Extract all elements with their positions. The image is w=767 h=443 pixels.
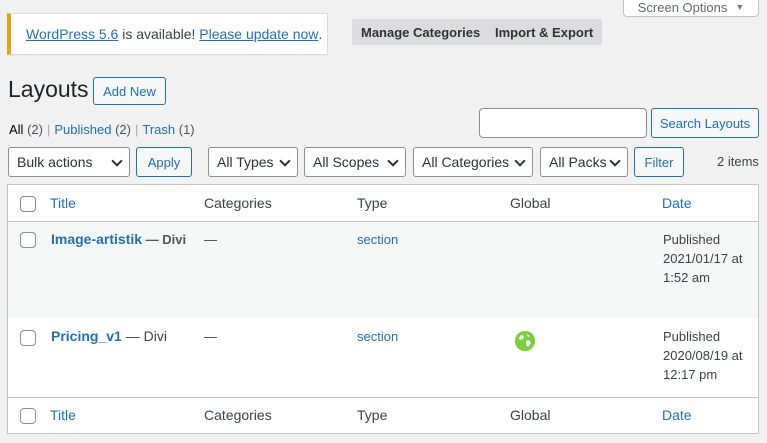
page-title: Layouts — [8, 76, 89, 102]
view-published-link[interactable]: Published (2) — [54, 122, 131, 137]
row-date: Published 2020/08/19 at 12:17 pm — [663, 327, 743, 384]
column-type: Type — [357, 195, 388, 211]
chevron-down-icon — [387, 155, 399, 167]
row-title-link[interactable]: Image-artistik — [51, 231, 142, 247]
table-header: Title Categories Type Global Date — [8, 185, 758, 222]
categories-select[interactable]: All Categories — [413, 147, 533, 177]
categories-value: All Categories — [422, 154, 510, 170]
column-type: Type — [357, 407, 388, 423]
row-title-suffix: — Divi — [121, 328, 167, 344]
globe-icon — [515, 331, 535, 351]
wordpress-version-link[interactable]: WordPress 5.6 — [26, 26, 118, 42]
notice-end: . — [318, 26, 323, 42]
scopes-value: All Scopes — [313, 154, 380, 170]
search-input[interactable] — [479, 108, 647, 138]
row-date-line2: 12:17 pm — [663, 367, 718, 382]
chevron-down-icon — [514, 155, 526, 167]
scopes-select[interactable]: All Scopes — [304, 147, 406, 177]
layouts-table: Title Categories Type Global Date Image-… — [7, 184, 759, 434]
row-date-line1: 2021/01/17 at — [663, 251, 743, 266]
update-notice: WordPress 5.6 is available! Please updat… — [7, 13, 328, 55]
view-filters: All (2) | Published (2) | Trash (1) — [9, 122, 195, 137]
table-row: Image-artistik — Divi — section Publishe… — [8, 222, 758, 318]
select-all-checkbox[interactable] — [20, 196, 36, 212]
import-export-button[interactable]: Import & Export — [486, 19, 603, 45]
chevron-down-icon — [279, 155, 291, 167]
column-title[interactable]: Title — [50, 406, 76, 425]
bulk-actions-value: Bulk actions — [17, 154, 93, 170]
screen-options-label: Screen Options — [637, 0, 728, 15]
separator: | — [46, 122, 51, 137]
row-checkbox[interactable] — [20, 232, 36, 248]
packs-select[interactable]: All Packs — [540, 147, 628, 177]
row-title-link[interactable]: Pricing_v1 — [51, 328, 122, 344]
row-date-line2: 1:52 am — [663, 270, 710, 285]
chevron-down-icon — [609, 155, 621, 167]
row-title-cell: Image-artistik — Divi — [51, 230, 191, 249]
manage-categories-button[interactable]: Manage Categories — [352, 19, 490, 45]
bulk-actions-select[interactable]: Bulk actions — [8, 147, 130, 177]
view-all-link[interactable]: All (2) — [9, 122, 43, 137]
search-layouts-button[interactable]: Search Layouts — [651, 108, 759, 138]
column-date[interactable]: Date — [662, 194, 692, 213]
items-count: 2 items — [717, 154, 759, 169]
caret-down-icon: ▼ — [735, 2, 745, 12]
row-type-link[interactable]: section — [357, 327, 398, 346]
packs-value: All Packs — [549, 154, 607, 170]
screen-options-button[interactable]: Screen Options ▼ — [623, 0, 759, 17]
row-date-line1: 2020/08/19 at — [663, 348, 743, 363]
add-new-button[interactable]: Add New — [93, 77, 166, 105]
types-select[interactable]: All Types — [208, 147, 298, 177]
chevron-down-icon — [111, 155, 123, 167]
row-date-status: Published — [663, 232, 721, 247]
column-categories: Categories — [204, 195, 272, 211]
table-row: Pricing_v1 — Divi — section Published 20… — [8, 318, 758, 397]
row-date-status: Published — [663, 329, 721, 344]
notice-text: is available! — [118, 26, 200, 42]
row-checkbox[interactable] — [20, 330, 36, 346]
column-date[interactable]: Date — [662, 406, 692, 425]
update-now-link[interactable]: Please update now — [199, 26, 318, 42]
table-footer: Title Categories Type Global Date — [8, 397, 758, 434]
separator: | — [134, 122, 139, 137]
row-date: Published 2021/01/17 at 1:52 am — [663, 230, 743, 287]
types-value: All Types — [217, 154, 274, 170]
row-categories: — — [204, 329, 217, 344]
column-title[interactable]: Title — [50, 194, 76, 213]
row-type-link[interactable]: section — [357, 230, 398, 249]
column-global: Global — [510, 407, 551, 423]
apply-button[interactable]: Apply — [136, 147, 192, 177]
select-all-checkbox-footer[interactable] — [20, 408, 36, 424]
view-trash-link[interactable]: Trash (1) — [142, 122, 194, 137]
row-title-cell: Pricing_v1 — Divi — [51, 327, 191, 346]
filter-button[interactable]: Filter — [634, 147, 684, 177]
column-global: Global — [510, 195, 551, 211]
column-categories: Categories — [204, 407, 272, 423]
row-categories: — — [204, 232, 217, 247]
row-title-suffix: — Divi — [142, 232, 187, 247]
